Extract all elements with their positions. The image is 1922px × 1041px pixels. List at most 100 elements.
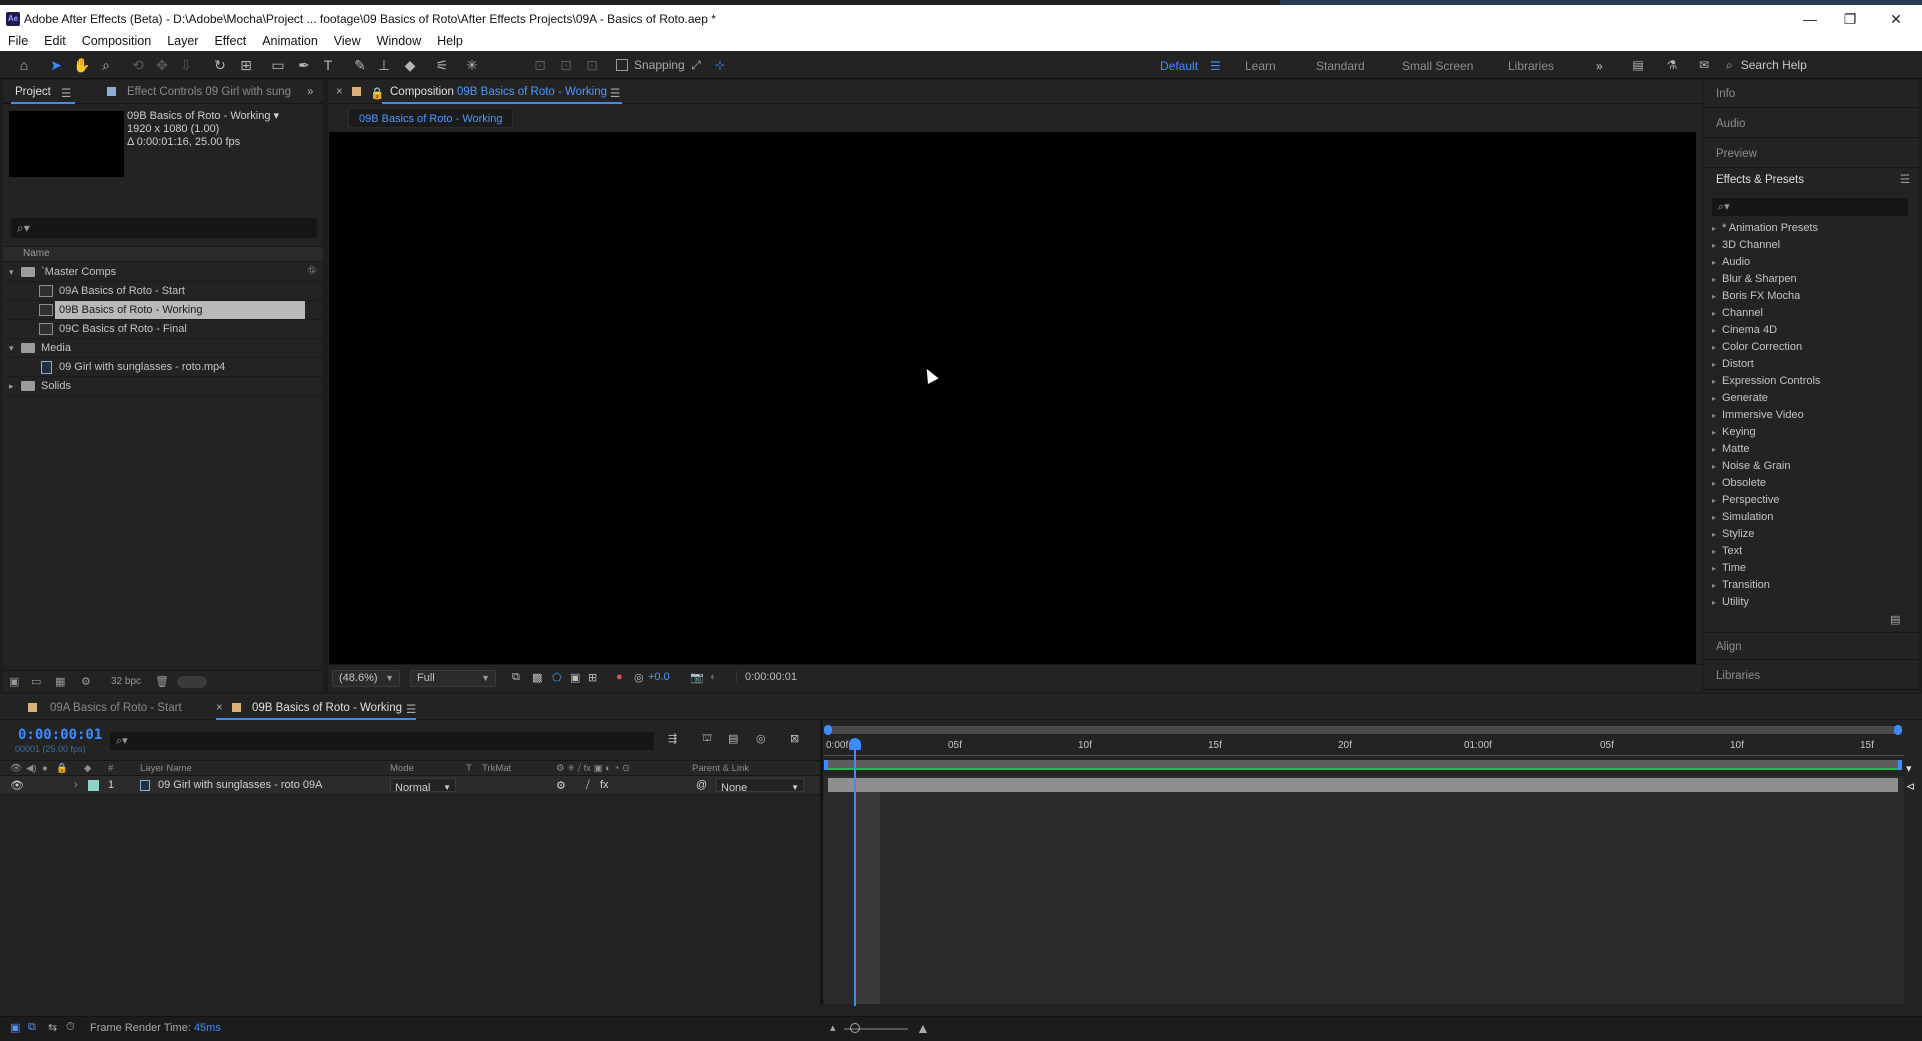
tab-effect-controls[interactable]: Effect Controls 09 Girl with sung	[127, 86, 291, 98]
workspace-default[interactable]: Default	[1160, 59, 1198, 73]
selection-tool-icon[interactable]: ➤	[46, 55, 66, 75]
effect-category[interactable]: ▸ Keying	[1712, 424, 1756, 441]
selected-item-name[interactable]: 09B Basics of Roto - Working ▾	[127, 110, 279, 123]
current-time-display[interactable]: 0:00:00:01	[18, 727, 102, 743]
zoom-tool-icon[interactable]: ⌕	[96, 55, 116, 75]
effect-category[interactable]: ▸ Color Correction	[1712, 339, 1802, 356]
effects-presets-header[interactable]: Effects & Presets ☰	[1704, 168, 1918, 192]
composition-viewer[interactable]	[329, 132, 1696, 664]
close-tab-icon[interactable]: ×	[216, 702, 223, 714]
tree-item-master-comps[interactable]: ▾ `Master Comps	[3, 263, 323, 282]
snapping-checkbox[interactable]	[616, 59, 628, 71]
tree-item-media[interactable]: ▾ Media	[3, 339, 323, 358]
tab-project[interactable]: Project	[15, 86, 51, 98]
time-ruler[interactable]: 0:00f 05f 10f 15f 20f 01:00f 05f 10f 15f	[824, 725, 1904, 774]
composition-mini-flowchart-icon[interactable]: ⇶	[668, 732, 677, 745]
viewer-timecode[interactable]: 0:00:00:01	[736, 671, 805, 683]
bit-depth-button[interactable]: 32 bpc	[111, 676, 141, 687]
home-icon[interactable]: ⌂	[14, 55, 34, 75]
effect-category[interactable]: ▸ Stylize	[1712, 526, 1754, 543]
comp-panel-menu-icon[interactable]: ☰	[610, 86, 620, 100]
resolution-dropdown[interactable]: Full ▼	[410, 670, 496, 687]
layer-duration-bar[interactable]	[828, 778, 1898, 792]
magnification-dropdown[interactable]: (48.6%) ▼	[332, 670, 400, 687]
more-workspaces-icon[interactable]: »	[1596, 59, 1603, 73]
mask-visibility-icon[interactable]: ⬠	[552, 671, 562, 684]
region-of-interest-icon[interactable]: ▣	[570, 671, 580, 684]
layer-row[interactable]: 👁 › 1 09 Girl with sunglasses - roto 09A…	[0, 776, 820, 795]
name-column-header[interactable]: Name	[3, 246, 323, 262]
layer-switches-toggle-icon[interactable]: ▣	[10, 1021, 20, 1034]
tree-item-footage[interactable]: 09 Girl with sunglasses - roto.mp4	[3, 358, 323, 377]
timeline-zoom-slider[interactable]: ▴ ▲	[830, 1020, 930, 1036]
layer-out-point-icon[interactable]: ⊲	[1906, 780, 1915, 793]
zoom-in-icon[interactable]: ▲	[916, 1020, 930, 1036]
composition-breadcrumb[interactable]: 09B Basics of Roto - Working	[348, 108, 514, 128]
pick-whip-icon[interactable]: @	[696, 779, 707, 791]
draft-3d-icon[interactable]: ⛫	[702, 732, 712, 746]
minimize-button[interactable]: —	[1790, 8, 1830, 30]
zoom-thumb[interactable]	[850, 1023, 860, 1033]
collapse-chevron-icon[interactable]: ▸	[9, 377, 14, 395]
menu-animation[interactable]: Animation	[262, 34, 318, 48]
effect-category[interactable]: ▸ Obsolete	[1712, 475, 1766, 492]
workspace-learn[interactable]: Learn	[1245, 59, 1276, 73]
transfer-controls-toggle-icon[interactable]: ⧉	[28, 1021, 36, 1034]
world-axis-icon[interactable]: ⊡	[556, 55, 576, 75]
effect-category[interactable]: ▸ Blur & Sharpen	[1712, 271, 1797, 288]
effect-category[interactable]: ▸ Perspective	[1712, 492, 1779, 509]
effects-search-input[interactable]: ⌕▾	[1712, 198, 1908, 216]
effect-category[interactable]: ▸ Expression Controls	[1712, 373, 1820, 390]
snap-grid-icon[interactable]: ⊹	[710, 55, 730, 75]
in-out-toggle-icon[interactable]: ⇆	[48, 1021, 57, 1034]
eraser-tool-icon[interactable]: ◆	[400, 55, 420, 75]
panel-libraries[interactable]: Libraries	[1704, 662, 1918, 690]
column-parent-link[interactable]: Parent & Link	[692, 763, 749, 774]
work-area-end-handle[interactable]	[1898, 760, 1902, 770]
thumbnail-size-slider[interactable]	[177, 676, 207, 688]
chat-icon[interactable]: ✉	[1694, 55, 1714, 75]
grid-guides-icon[interactable]: ⊞	[588, 671, 597, 684]
clone-stamp-tool-icon[interactable]: ⊥	[374, 55, 394, 75]
transparency-grid-icon[interactable]: ▩	[532, 671, 542, 684]
effect-category[interactable]: ▸ Channel	[1712, 305, 1763, 322]
tree-item-09c[interactable]: 09C Basics of Roto - Final	[3, 320, 323, 339]
roto-brush-tool-icon[interactable]: ⚟	[432, 55, 452, 75]
maximize-button[interactable]: ❐	[1830, 8, 1870, 30]
menu-file[interactable]: File	[8, 34, 28, 48]
effect-category[interactable]: ▸ Boris FX Mocha	[1712, 288, 1800, 305]
dolly-camera-icon[interactable]: ⇩	[176, 55, 196, 75]
pan-behind-tool-icon[interactable]: ⊞	[236, 55, 256, 75]
tree-item-solids[interactable]: ▸ Solids	[3, 377, 323, 396]
menu-layer[interactable]: Layer	[167, 34, 198, 48]
graph-editor-icon[interactable]: ⊠	[790, 732, 799, 745]
new-folder-icon[interactable]: ▭	[31, 675, 41, 688]
local-axis-icon[interactable]: ⊡	[530, 55, 550, 75]
tab-timeline-09b[interactable]: 09B Basics of Roto - Working	[252, 702, 402, 714]
column-trkmat[interactable]: TrkMat	[482, 763, 511, 774]
motion-blur-icon[interactable]: ◎	[756, 732, 766, 745]
effect-category[interactable]: ▸ 3D Channel	[1712, 237, 1780, 254]
work-area-bar[interactable]	[824, 760, 1902, 770]
fast-previews-icon[interactable]: ⧉	[512, 671, 520, 684]
frame-blending-icon[interactable]: ▤	[728, 732, 738, 745]
close-button[interactable]: ✕	[1876, 8, 1916, 30]
comp-marker-bin-icon[interactable]: ▾	[1906, 762, 1912, 775]
effect-category[interactable]: ▸ Generate	[1712, 390, 1768, 407]
pen-tool-icon[interactable]: ✒	[294, 55, 314, 75]
timeline-menu-icon[interactable]: ☰	[406, 702, 416, 716]
show-snapshot-icon[interactable]: ◐	[710, 671, 717, 683]
ruler-ticks[interactable]: 0:00f 05f 10f 15f 20f 01:00f 05f 10f 15f	[824, 738, 1904, 756]
brush-tool-icon[interactable]: ✎	[350, 55, 370, 75]
menu-window[interactable]: Window	[377, 34, 421, 48]
pan-camera-icon[interactable]: ✥	[152, 55, 172, 75]
navigator-start-handle[interactable]	[824, 725, 832, 735]
time-navigator-bar[interactable]	[824, 725, 1902, 735]
panel-overflow-icon[interactable]: »	[307, 86, 313, 98]
rotation-tool-icon[interactable]: ↻	[210, 55, 230, 75]
tree-item-09a[interactable]: 09A Basics of Roto - Start	[3, 282, 323, 301]
hand-tool-icon[interactable]: ✋	[72, 55, 92, 75]
navigator-end-handle[interactable]	[1894, 725, 1902, 735]
expand-chevron-icon[interactable]: ▾	[9, 339, 14, 357]
effect-category[interactable]: ▸ Transition	[1712, 577, 1770, 594]
